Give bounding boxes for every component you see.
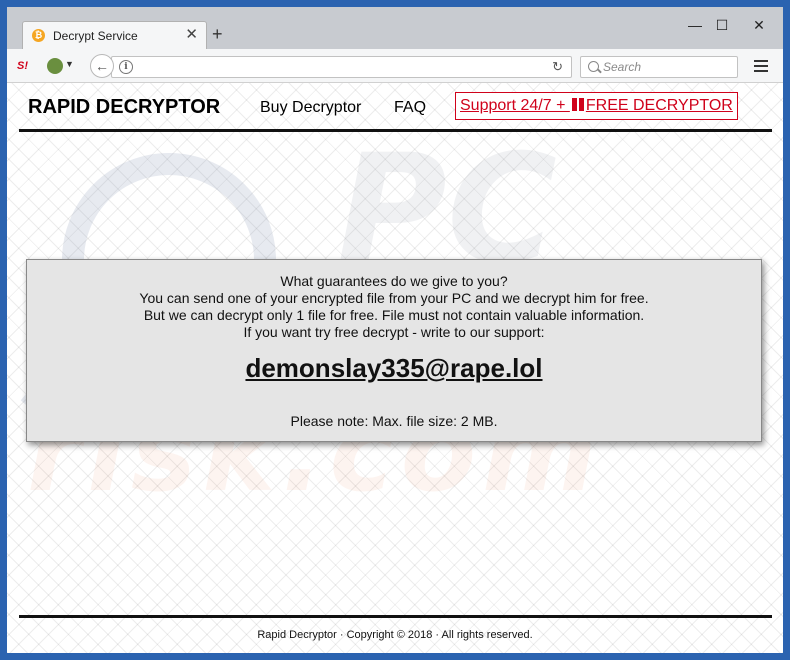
nav-buy-decryptor-link[interactable]: Buy Decryptor [260, 99, 361, 117]
support-prefix: Support 24/7 + [460, 97, 570, 114]
nav-faq-link[interactable]: FAQ [394, 99, 426, 117]
site-brand[interactable]: RAPID DECRYPTOR [28, 96, 220, 119]
close-window-icon[interactable]: ✕ [747, 15, 771, 35]
tab-title: Decrypt Service [53, 29, 138, 43]
site-info-icon[interactable]: i [119, 60, 133, 74]
hamburger-menu-icon[interactable] [754, 60, 768, 72]
search-placeholder: Search [603, 60, 642, 74]
back-arrow-icon: ← [95, 58, 109, 74]
new-tab-icon[interactable]: + [212, 25, 223, 43]
maximize-icon[interactable]: ☐ [710, 15, 734, 35]
guarantee-heading: What guarantees do we give to you? [280, 273, 508, 289]
back-button[interactable]: ← [90, 54, 114, 78]
search-input[interactable]: Search [580, 56, 738, 78]
guarantee-text: What guarantees do we give to you? You c… [27, 273, 761, 341]
gift-icon [571, 98, 584, 111]
support-free-decryptor-link[interactable]: Support 24/7 + FREE DECRYPTOR [455, 92, 738, 120]
browser-window: ₿ Decrypt Service ✕ + — ☐ ✕ S! ▼ i ↻ ← S… [7, 7, 783, 653]
search-icon [588, 61, 599, 72]
tab-strip: ₿ Decrypt Service ✕ + — ☐ ✕ [7, 7, 783, 49]
support-suffix: FREE DECRYPTOR [585, 97, 733, 114]
footer-divider [19, 615, 772, 618]
guarantee-panel: What guarantees do we give to you? You c… [26, 259, 762, 442]
dropdown-arrow-icon[interactable]: ▼ [65, 59, 74, 69]
navigation-toolbar: S! ▼ i ↻ ← Search [7, 49, 783, 83]
extension-s-icon[interactable]: S! [17, 58, 33, 74]
page-content: PC risk.com RAPID DECRYPTOR Buy Decrypto… [7, 83, 783, 653]
minimize-icon[interactable]: — [683, 15, 707, 35]
guarantee-line: You can send one of your encrypted file … [139, 290, 649, 306]
support-email-link[interactable]: demonslay335@rape.lol [27, 353, 761, 384]
tab-decrypt-service[interactable]: ₿ Decrypt Service ✕ [22, 21, 207, 49]
footer-copyright: Rapid Decryptor · Copyright © 2018 · All… [257, 629, 533, 641]
reload-icon[interactable]: ↻ [552, 59, 563, 75]
guarantee-line: If you want try free decrypt - write to … [243, 324, 545, 340]
site-header: RAPID DECRYPTOR Buy Decryptor FAQ Suppor… [19, 83, 772, 132]
extension-onion-icon[interactable] [47, 58, 63, 74]
tab-close-icon[interactable]: ✕ [185, 27, 198, 42]
guarantee-line: But we can decrypt only 1 file for free.… [143, 307, 645, 323]
file-size-note: Please note: Max. file size: 2 MB. [290, 413, 498, 429]
bitcoin-favicon-icon: ₿ [32, 29, 45, 42]
address-bar[interactable]: i ↻ [111, 56, 572, 78]
